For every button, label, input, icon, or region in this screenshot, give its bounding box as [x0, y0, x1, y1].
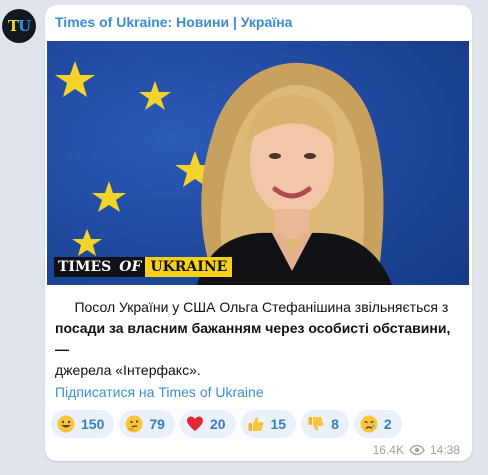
reaction-grinning[interactable]: 150: [51, 410, 115, 438]
reaction-count: 79: [149, 416, 165, 432]
message-time: 14:38: [429, 443, 460, 457]
message-bold: посади за власним бажанням через особист…: [55, 320, 447, 336]
reaction-count: 2: [383, 416, 392, 432]
thumbs-up-icon: [248, 417, 264, 431]
reaction-count: 15: [270, 416, 287, 432]
message-indent: [55, 299, 74, 315]
photo-illustration: [47, 41, 469, 285]
subscribe-link[interactable]: Підписатися на Times of Ukraine: [55, 384, 264, 400]
thinking-face-icon: [125, 415, 143, 433]
eye-icon: [409, 445, 425, 455]
reaction-heart[interactable]: 20: [179, 410, 236, 438]
channel-avatar[interactable]: T U: [2, 9, 36, 43]
avatar-letter-t: T: [7, 17, 19, 35]
brand-word-times: TIMES: [54, 257, 116, 277]
message-text: Посол України у США Ольга Стефанішина зв…: [55, 297, 465, 381]
reaction-thumbs-down[interactable]: 8: [301, 410, 349, 438]
brand-watermark: TIMES OF UKRAINE: [54, 257, 233, 277]
view-count: 16.4K: [372, 443, 404, 457]
reaction-crying[interactable]: 2: [353, 410, 402, 438]
red-heart-icon: [186, 416, 203, 431]
channel-name[interactable]: Times of Ukraine: Новини | Україна: [55, 14, 292, 30]
message-plain: Посол України у США Ольга Стефанішина зв…: [74, 299, 449, 315]
reaction-thumbs-up[interactable]: 15: [240, 410, 297, 438]
reaction-count: 150: [81, 416, 105, 432]
reaction-count: 20: [209, 416, 226, 432]
message-meta: 16.4K 14:38: [373, 443, 460, 457]
thumbs-down-icon: [308, 417, 324, 431]
brand-word-of: OF: [115, 257, 146, 277]
crying-face-icon: [360, 415, 378, 433]
reaction-count: 8: [331, 416, 339, 432]
grinning-face-icon: [57, 415, 75, 433]
post-photo[interactable]: TIMES OF UKRAINE: [47, 41, 469, 285]
message-source: джерела «Інтерфакс».: [55, 362, 201, 378]
brand-word-ukraine: UKRAINE: [145, 257, 233, 277]
message-bubble: Times of Ukraine: Новини | Україна TIMES…: [45, 5, 472, 461]
reaction-thinking[interactable]: 79: [119, 410, 175, 438]
avatar-letter-u: U: [18, 17, 31, 35]
reactions-bar: 150 79 20 15 8 2: [51, 410, 402, 438]
